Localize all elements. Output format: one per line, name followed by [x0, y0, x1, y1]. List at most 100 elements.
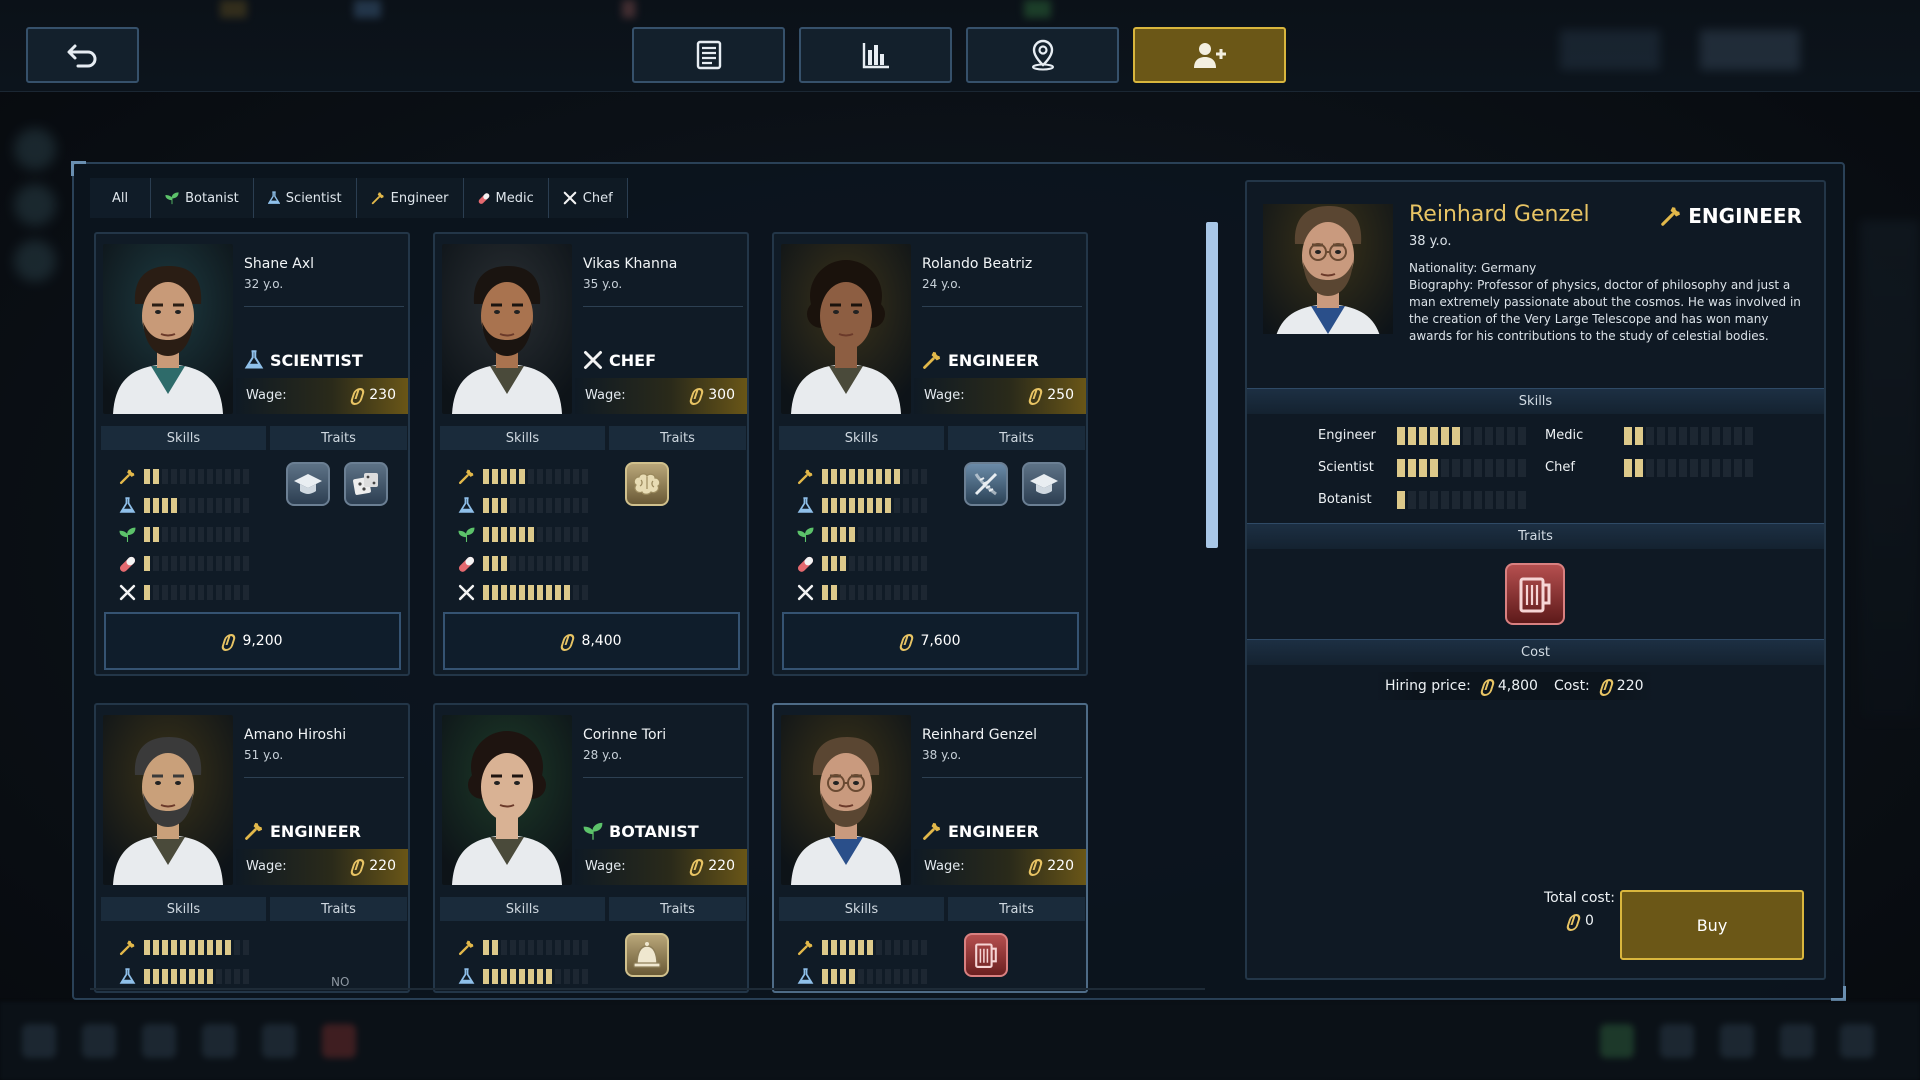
hire-price-button[interactable]: 9,200 — [104, 612, 401, 670]
skill-segment — [243, 585, 249, 600]
skill-segment — [207, 556, 213, 571]
tab-botanist[interactable]: Botanist — [151, 178, 254, 218]
hire-price-value: 7,600 — [920, 633, 961, 649]
hire-price-button[interactable]: 8,400 — [443, 612, 740, 670]
trait-badge[interactable] — [1022, 462, 1066, 506]
trait-badge[interactable] — [625, 462, 669, 506]
toolbar-icon[interactable] — [22, 1024, 56, 1058]
skill-segment — [171, 585, 177, 600]
skill-segment — [207, 940, 213, 955]
tab-engineer[interactable]: Engineer — [356, 178, 464, 218]
traits-list — [625, 462, 669, 506]
skill-segment — [225, 469, 231, 484]
pill-icon — [455, 554, 477, 574]
toolbar-icon[interactable] — [142, 1024, 176, 1058]
skill-segment — [153, 940, 159, 955]
toolbar-icon[interactable] — [82, 1024, 116, 1058]
detail-trait-beer-mug[interactable] — [1505, 563, 1565, 625]
trait-badge[interactable] — [625, 933, 669, 977]
candidate-role: ENGINEER — [244, 821, 361, 841]
skill-segment — [207, 969, 213, 984]
skill-segment — [885, 585, 891, 600]
candidate-card[interactable]: Corinne Tori 28 y.o. BOTANIST Wage: 220 … — [433, 703, 749, 993]
tab-map-button[interactable] — [966, 27, 1119, 83]
candidate-card[interactable]: Vikas Khanna 35 y.o. CHEF Wage: 300 Skil… — [433, 232, 749, 676]
hire-price-button[interactable]: 7,600 — [782, 612, 1079, 670]
candidate-card[interactable]: Rolando Beatriz 24 y.o. ENGINEER Wage: 2… — [772, 232, 1088, 676]
right-sidebar-blurred — [1860, 220, 1920, 720]
candidate-card[interactable]: Amano Hiroshi 51 y.o. ENGINEER Wage: 220… — [94, 703, 410, 993]
tab-stats-button[interactable] — [799, 27, 952, 83]
list-scrollbar[interactable] — [1206, 222, 1218, 548]
buy-button[interactable]: Buy — [1620, 890, 1804, 960]
toolbar-icon[interactable] — [1720, 1024, 1754, 1058]
skill-segment — [1430, 427, 1438, 445]
beer-mug-icon — [1519, 577, 1551, 613]
skill-segment — [180, 498, 186, 513]
candidate-card[interactable]: Reinhard Genzel 38 y.o. ENGINEER Wage: 2… — [772, 703, 1088, 993]
skill-segment — [831, 940, 837, 955]
skill-segment — [1507, 427, 1515, 445]
no-traits-label: NO — [331, 975, 350, 989]
toolbar-icon[interactable] — [202, 1024, 236, 1058]
skill-segment — [573, 556, 579, 571]
toolbar-icon[interactable] — [1840, 1024, 1874, 1058]
skill-segment — [537, 940, 543, 955]
skill-segment — [894, 527, 900, 542]
skill-segment — [573, 527, 579, 542]
traits-header: Traits — [609, 426, 746, 450]
skill-segment — [171, 556, 177, 571]
skill-segment — [1518, 459, 1526, 477]
skill-segment — [243, 527, 249, 542]
skill-segment — [234, 498, 240, 513]
tab-chef[interactable]: Chef — [548, 178, 628, 218]
skill-segment — [537, 469, 543, 484]
cutlery-icon — [794, 583, 816, 603]
toolbar-icon[interactable] — [1660, 1024, 1694, 1058]
candidate-card[interactable]: Shane Axl 32 y.o. SCIENTIST Wage: 230 Sk… — [94, 232, 410, 676]
skill-segment — [234, 585, 240, 600]
skill-segment — [1430, 491, 1438, 509]
candidate-portrait — [442, 715, 572, 885]
skill-segment — [216, 940, 222, 955]
skill-segment — [1679, 459, 1687, 477]
skill-segment — [1507, 491, 1515, 509]
wage-amount: 220 — [708, 858, 735, 874]
tab-hire-button[interactable] — [1133, 27, 1286, 83]
map-pin-icon — [1031, 39, 1054, 71]
skill-segment — [510, 556, 516, 571]
back-button[interactable] — [26, 27, 139, 83]
skill-segment — [840, 940, 846, 955]
tab-scientist[interactable]: Scientist — [253, 178, 357, 218]
skill-segment — [1419, 491, 1427, 509]
toolbar-icon[interactable] — [262, 1024, 296, 1058]
skill-bars — [822, 469, 927, 484]
trait-badge[interactable] — [964, 462, 1008, 506]
detail-skills-header: Skills — [1247, 388, 1824, 414]
skill-segment — [1441, 491, 1449, 509]
leaf-icon — [794, 525, 816, 545]
tab-medic[interactable]: Medic — [463, 178, 549, 218]
skill-segment — [885, 969, 891, 984]
toolbar-icon[interactable] — [1780, 1024, 1814, 1058]
toolbar-icon[interactable] — [1600, 1024, 1634, 1058]
skill-segment — [1474, 427, 1482, 445]
skill-segment — [198, 969, 204, 984]
trait-badge[interactable] — [964, 933, 1008, 977]
skill-segment — [885, 940, 891, 955]
skill-segment — [216, 585, 222, 600]
skill-segment — [198, 469, 204, 484]
toolbar-icon[interactable] — [322, 1024, 356, 1058]
detail-cost-line: Hiring price: 4,800 Cost: 220 — [1375, 672, 1654, 700]
wage-label: Wage: — [924, 859, 965, 874]
skill-row — [794, 578, 927, 607]
wrench-icon — [244, 821, 264, 841]
detail-role-label: ENGINEER — [1688, 204, 1802, 228]
tab-reports-button[interactable] — [632, 27, 785, 83]
wage-bar: Wage: 220 — [914, 849, 1086, 885]
trait-badge[interactable] — [344, 462, 388, 506]
skill-segment — [903, 469, 909, 484]
trait-badge[interactable] — [286, 462, 330, 506]
tab-all[interactable]: All — [90, 178, 152, 218]
wage-label: Wage: — [585, 859, 626, 874]
